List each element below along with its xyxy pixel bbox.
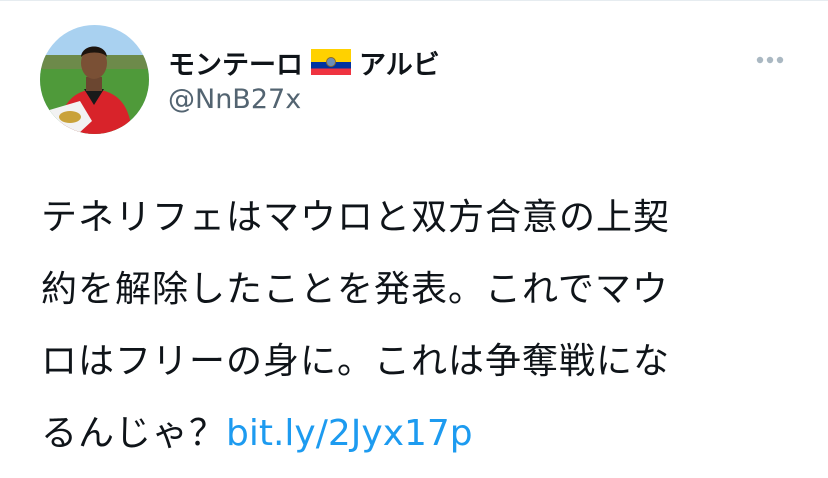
top-divider (0, 0, 828, 1)
tweet-text-line: るんじゃ？ (41, 413, 227, 454)
user-handle[interactable]: @NnB27x (168, 84, 301, 115)
tweet-text-line: テネリフェはマウロと双方合意の上契 (41, 197, 671, 238)
tweet-text-line: ロはフリーの身に。これは争奪戦にな (41, 341, 671, 382)
tweet-text-line: 約を解除したことを発表。これでマウ (41, 269, 669, 310)
display-name-main: モンテーロ (168, 49, 303, 81)
more-button[interactable] (752, 46, 788, 74)
tweet-link[interactable]: bit.ly/2Jyx17p (226, 413, 473, 454)
display-name[interactable]: モンテーロ アルビ (168, 42, 440, 82)
tweet-text-line-last: るんじゃ？bit.ly/2Jyx17p (41, 398, 801, 470)
more-horizontal-icon (756, 56, 784, 64)
display-name-suffix: アルビ (359, 49, 440, 81)
tweet-text: テネリフェはマウロと双方合意の上契 約を解除したことを発表。これでマウ ロはフリ… (41, 182, 801, 470)
ecuador-flag-icon (311, 49, 351, 75)
avatar[interactable] (40, 25, 149, 134)
